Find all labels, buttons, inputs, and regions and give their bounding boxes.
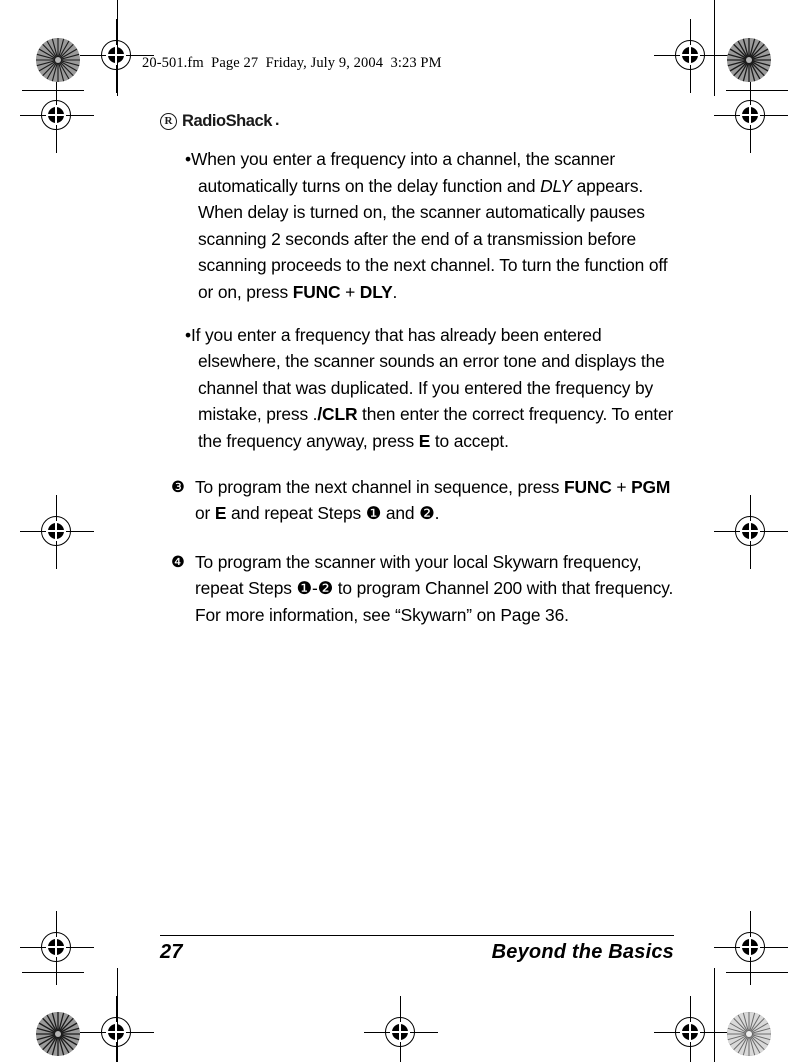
step-text: To program the scanner with your local S… [195,551,674,625]
crop-line-top-right-horizontal [726,90,788,91]
page-footer: 27 Beyond the Basics [160,941,674,964]
star-target-icon [36,1012,80,1056]
registration-target-icon [714,79,788,153]
numbered-step-list: ❸ To program the next channel in sequenc… [160,474,680,629]
list-item: ❸ To program the next channel in sequenc… [160,474,680,527]
radioshack-logo: R RadioShack . [160,108,680,134]
page-number: 27 [160,941,183,963]
registration-target-icon [364,996,438,1062]
list-item: ❹ To program the scanner with your local… [160,549,680,629]
registration-target-icon [20,911,94,985]
registration-target-icon [654,19,728,93]
star-target-icon [727,1012,771,1056]
brand-name: RadioShack [182,111,272,130]
crop-line-bottom-right-vertical [714,968,715,1062]
registered-r-icon: R [160,112,177,130]
bullet-list: •When you enter a frequency into a chann… [160,146,680,455]
list-item: •When you enter a frequency into a chann… [185,149,668,302]
registration-target-icon [20,79,94,153]
registration-target-icon [654,996,728,1062]
scanned-manual-page: 20-501.fm Page 27 Friday, July 9, 2004 3… [0,0,807,1062]
footer-divider [160,935,674,936]
star-target-icon [36,38,80,82]
brand-period: . [274,112,280,129]
print-banner: 20-501.fm Page 27 Friday, July 9, 2004 3… [142,55,442,71]
section-title: Beyond the Basics [491,941,674,963]
step-number-5: ❹ [171,553,185,571]
registration-target-icon [714,911,788,985]
registration-target-icon [80,19,154,93]
step-number-4: ❸ [171,478,185,496]
crop-line-top-left-horizontal [22,90,84,91]
registration-target-icon [714,495,788,569]
crop-line-bottom-left-horizontal [22,972,84,973]
registration-target-icon [20,495,94,569]
step-text: To program the next channel in sequence,… [195,476,671,524]
registration-target-icon [80,996,154,1062]
star-target-icon [727,38,771,82]
crop-line-bottom-right-horizontal [726,972,788,973]
list-item: •If you enter a frequency that has alrea… [185,324,674,451]
page-content: R RadioShack . •When you enter a frequen… [160,108,680,646]
crop-line-top-right-vertical [714,0,715,96]
